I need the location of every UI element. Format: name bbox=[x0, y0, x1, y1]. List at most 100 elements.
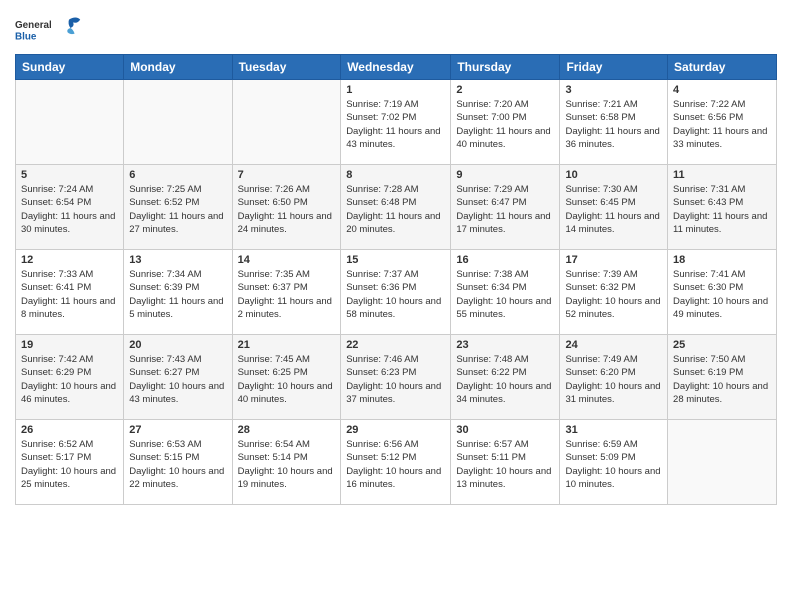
calendar-header-friday: Friday bbox=[560, 55, 668, 80]
svg-text:General: General bbox=[15, 20, 51, 31]
calendar-header-tuesday: Tuesday bbox=[232, 55, 341, 80]
calendar-cell: 29 Sunrise: 6:56 AM Sunset: 5:12 PM Dayli… bbox=[341, 420, 451, 505]
day-number: 19 bbox=[21, 339, 118, 351]
day-info: Sunrise: 6:52 AM Sunset: 5:17 PM Dayligh… bbox=[21, 438, 118, 491]
day-info: Sunrise: 7:50 AM Sunset: 6:19 PM Dayligh… bbox=[673, 353, 771, 406]
calendar-cell bbox=[124, 80, 232, 165]
day-number: 14 bbox=[238, 254, 336, 266]
day-info: Sunrise: 6:53 AM Sunset: 5:15 PM Dayligh… bbox=[129, 438, 226, 491]
day-info: Sunrise: 7:42 AM Sunset: 6:29 PM Dayligh… bbox=[21, 353, 118, 406]
page: General Blue SundayMondayTuesdayWednesda… bbox=[0, 0, 792, 612]
day-info: Sunrise: 7:22 AM Sunset: 6:56 PM Dayligh… bbox=[673, 98, 771, 151]
calendar-header-monday: Monday bbox=[124, 55, 232, 80]
calendar-cell: 24 Sunrise: 7:49 AM Sunset: 6:20 PM Dayli… bbox=[560, 335, 668, 420]
calendar-cell: 25 Sunrise: 7:50 AM Sunset: 6:19 PM Dayli… bbox=[668, 335, 777, 420]
calendar-cell bbox=[232, 80, 341, 165]
day-number: 15 bbox=[346, 254, 445, 266]
calendar-cell: 28Sunrise: 6:54 AM Sunset: 5:14 PM Dayli… bbox=[232, 420, 341, 505]
day-number: 30 bbox=[456, 424, 554, 436]
calendar-cell: 5Sunrise: 7:24 AM Sunset: 6:54 PM Daylig… bbox=[16, 165, 124, 250]
day-info: Sunrise: 7:31 AM Sunset: 6:43 PM Dayligh… bbox=[673, 183, 771, 236]
day-info: Sunrise: 7:43 AM Sunset: 6:27 PM Dayligh… bbox=[129, 353, 226, 406]
day-number: 6 bbox=[129, 169, 226, 181]
day-info: Sunrise: 7:21 AM Sunset: 6:58 PM Dayligh… bbox=[565, 98, 662, 151]
calendar-cell bbox=[668, 420, 777, 505]
day-number: 12 bbox=[21, 254, 118, 266]
calendar-cell: 23Sunrise: 7:48 AM Sunset: 6:22 PM Dayli… bbox=[451, 335, 560, 420]
day-number: 23 bbox=[456, 339, 554, 351]
calendar-cell: 16 Sunrise: 7:38 AM Sunset: 6:34 PM Dayli… bbox=[451, 250, 560, 335]
day-number: 25 bbox=[673, 339, 771, 351]
day-number: 10 bbox=[565, 169, 662, 181]
day-info: Sunrise: 6:57 AM Sunset: 5:11 PM Dayligh… bbox=[456, 438, 554, 491]
day-info: Sunrise: 7:19 AM Sunset: 7:02 PM Dayligh… bbox=[346, 98, 445, 151]
day-info: Sunrise: 7:25 AM Sunset: 6:52 PM Dayligh… bbox=[129, 183, 226, 236]
calendar: SundayMondayTuesdayWednesdayThursdayFrid… bbox=[15, 54, 777, 505]
day-info: Sunrise: 7:37 AM Sunset: 6:36 PM Dayligh… bbox=[346, 268, 445, 321]
day-number: 31 bbox=[565, 424, 662, 436]
calendar-header-wednesday: Wednesday bbox=[341, 55, 451, 80]
day-info: Sunrise: 7:34 AM Sunset: 6:39 PM Dayligh… bbox=[129, 268, 226, 321]
calendar-header-row: SundayMondayTuesdayWednesdayThursdayFrid… bbox=[16, 55, 777, 80]
header: General Blue bbox=[15, 10, 777, 46]
day-info: Sunrise: 7:41 AM Sunset: 6:30 PM Dayligh… bbox=[673, 268, 771, 321]
day-number: 7 bbox=[238, 169, 336, 181]
logo-icon: General Blue bbox=[15, 10, 51, 46]
calendar-cell: 13 Sunrise: 7:34 AM Sunset: 6:39 PM Dayli… bbox=[124, 250, 232, 335]
day-info: Sunrise: 6:54 AM Sunset: 5:14 PM Dayligh… bbox=[238, 438, 336, 491]
calendar-cell: 3Sunrise: 7:21 AM Sunset: 6:58 PM Daylig… bbox=[560, 80, 668, 165]
day-info: Sunrise: 7:24 AM Sunset: 6:54 PM Dayligh… bbox=[21, 183, 118, 236]
day-info: Sunrise: 7:35 AM Sunset: 6:37 PM Dayligh… bbox=[238, 268, 336, 321]
calendar-cell: 10 Sunrise: 7:30 AM Sunset: 6:45 PM Dayli… bbox=[560, 165, 668, 250]
calendar-week-row: 1Sunrise: 7:19 AM Sunset: 7:02 PM Daylig… bbox=[16, 80, 777, 165]
calendar-header-thursday: Thursday bbox=[451, 55, 560, 80]
logo: General Blue bbox=[15, 10, 83, 46]
day-number: 9 bbox=[456, 169, 554, 181]
day-info: Sunrise: 7:28 AM Sunset: 6:48 PM Dayligh… bbox=[346, 183, 445, 236]
calendar-cell: 30 Sunrise: 6:57 AM Sunset: 5:11 PM Dayli… bbox=[451, 420, 560, 505]
calendar-cell: 8 Sunrise: 7:28 AM Sunset: 6:48 PM Daylig… bbox=[341, 165, 451, 250]
calendar-week-row: 26Sunrise: 6:52 AM Sunset: 5:17 PM Dayli… bbox=[16, 420, 777, 505]
calendar-header-saturday: Saturday bbox=[668, 55, 777, 80]
calendar-cell: 4 Sunrise: 7:22 AM Sunset: 6:56 PM Daylig… bbox=[668, 80, 777, 165]
calendar-cell: 17Sunrise: 7:39 AM Sunset: 6:32 PM Dayli… bbox=[560, 250, 668, 335]
day-number: 27 bbox=[129, 424, 226, 436]
svg-text:Blue: Blue bbox=[15, 32, 37, 43]
day-number: 16 bbox=[456, 254, 554, 266]
calendar-cell: 22Sunrise: 7:46 AM Sunset: 6:23 PM Dayli… bbox=[341, 335, 451, 420]
calendar-cell: 12 Sunrise: 7:33 AM Sunset: 6:41 PM Dayli… bbox=[16, 250, 124, 335]
day-info: Sunrise: 6:56 AM Sunset: 5:12 PM Dayligh… bbox=[346, 438, 445, 491]
calendar-cell: 18 Sunrise: 7:41 AM Sunset: 6:30 PM Dayli… bbox=[668, 250, 777, 335]
day-info: Sunrise: 7:38 AM Sunset: 6:34 PM Dayligh… bbox=[456, 268, 554, 321]
day-info: Sunrise: 6:59 AM Sunset: 5:09 PM Dayligh… bbox=[565, 438, 662, 491]
day-number: 22 bbox=[346, 339, 445, 351]
day-info: Sunrise: 7:26 AM Sunset: 6:50 PM Dayligh… bbox=[238, 183, 336, 236]
day-number: 21 bbox=[238, 339, 336, 351]
day-number: 29 bbox=[346, 424, 445, 436]
calendar-cell: 15 Sunrise: 7:37 AM Sunset: 6:36 PM Dayli… bbox=[341, 250, 451, 335]
day-number: 17 bbox=[565, 254, 662, 266]
calendar-cell: 7 Sunrise: 7:26 AM Sunset: 6:50 PM Daylig… bbox=[232, 165, 341, 250]
calendar-cell bbox=[16, 80, 124, 165]
calendar-cell: 11 Sunrise: 7:31 AM Sunset: 6:43 PM Dayli… bbox=[668, 165, 777, 250]
calendar-cell: 1Sunrise: 7:19 AM Sunset: 7:02 PM Daylig… bbox=[341, 80, 451, 165]
day-number: 11 bbox=[673, 169, 771, 181]
calendar-header-sunday: Sunday bbox=[16, 55, 124, 80]
calendar-cell: 6 Sunrise: 7:25 AM Sunset: 6:52 PM Daylig… bbox=[124, 165, 232, 250]
calendar-cell: 26Sunrise: 6:52 AM Sunset: 5:17 PM Dayli… bbox=[16, 420, 124, 505]
day-number: 18 bbox=[673, 254, 771, 266]
day-number: 13 bbox=[129, 254, 226, 266]
day-info: Sunrise: 7:33 AM Sunset: 6:41 PM Dayligh… bbox=[21, 268, 118, 321]
calendar-week-row: 12 Sunrise: 7:33 AM Sunset: 6:41 PM Dayli… bbox=[16, 250, 777, 335]
day-number: 4 bbox=[673, 84, 771, 96]
calendar-cell: 31 Sunrise: 6:59 AM Sunset: 5:09 PM Dayli… bbox=[560, 420, 668, 505]
calendar-week-row: 5Sunrise: 7:24 AM Sunset: 6:54 PM Daylig… bbox=[16, 165, 777, 250]
calendar-cell: 19 Sunrise: 7:42 AM Sunset: 6:29 PM Dayli… bbox=[16, 335, 124, 420]
day-number: 2 bbox=[456, 84, 554, 96]
day-info: Sunrise: 7:49 AM Sunset: 6:20 PM Dayligh… bbox=[565, 353, 662, 406]
logo-bird-icon bbox=[55, 14, 83, 42]
day-info: Sunrise: 7:30 AM Sunset: 6:45 PM Dayligh… bbox=[565, 183, 662, 236]
calendar-cell: 2Sunrise: 7:20 AM Sunset: 7:00 PM Daylig… bbox=[451, 80, 560, 165]
day-number: 8 bbox=[346, 169, 445, 181]
day-number: 24 bbox=[565, 339, 662, 351]
